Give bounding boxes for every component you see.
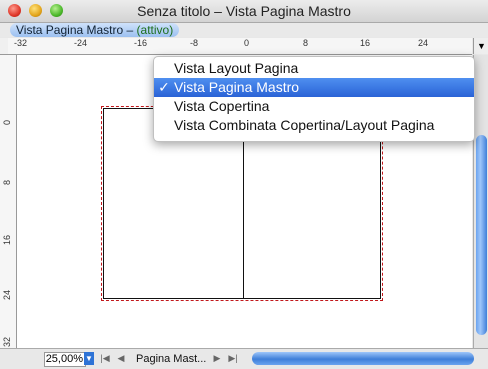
vertical-scroll-thumb[interactable] [476,135,487,335]
menu-item-label: Vista Layout Pagina [174,60,299,76]
ruler-tick: 16 [2,234,12,245]
window-title: Senza titolo – Vista Pagina Mastro [137,3,351,19]
ruler-tick: 24 [2,289,12,300]
horizontal-ruler[interactable]: -32 -24 -16 -8 0 8 16 24 [8,38,472,55]
view-menu-button[interactable]: ▼ [473,38,488,54]
ruler-tick: 0 [2,119,12,125]
previous-page-icon[interactable]: ◀ [116,352,126,365]
tab-label: Vista Pagina Mastro – [16,23,134,37]
next-page-icon[interactable]: ▶ [212,352,222,365]
ruler-tick: -8 [190,38,199,48]
first-page-icon[interactable]: |◀ [100,352,110,365]
ruler-tick: -16 [134,38,148,48]
tab-status: (attivo) [136,23,174,37]
ruler-tick: -32 [14,38,28,48]
checkmark-icon: ✓ [158,79,170,95]
ruler-tick: -24 [74,38,88,48]
last-page-icon[interactable]: ▶| [228,352,238,365]
tab-bar: Vista Pagina Mastro – (attivo) [0,23,488,37]
ruler-tick: 16 [360,38,371,48]
ruler-tick: 24 [418,38,429,48]
menu-item-master-view[interactable]: ✓ Vista Pagina Mastro [154,78,474,97]
menu-item-layout-view[interactable]: Vista Layout Pagina [154,59,474,78]
app-window: Senza titolo – Vista Pagina Mastro Vista… [0,0,488,369]
vertical-ruler[interactable]: 0 8 16 24 32 [0,55,17,348]
horizontal-scroll-thumb[interactable] [252,352,474,365]
zoom-field[interactable]: 25,00% [44,352,86,367]
ruler-tick: 0 [244,38,250,48]
zoom-dropdown-icon[interactable]: ▼ [84,352,94,365]
page-indicator[interactable]: Pagina Mast... [136,353,206,365]
status-bar: 25,00% ▼ |◀ ◀ Pagina Mast... ▶ ▶| [0,348,488,369]
ruler-tick: 8 [2,179,12,185]
menu-item-label: Vista Combinata Copertina/Layout Pagina [174,117,435,133]
ruler-tick: 32 [2,336,12,347]
menu-item-cover-view[interactable]: Vista Copertina [154,97,474,116]
menu-item-label: Vista Copertina [174,98,270,114]
vertical-scrollbar[interactable] [473,55,488,348]
title-bar: Senza titolo – Vista Pagina Mastro [0,0,488,23]
ruler-tick: 8 [303,38,309,48]
menu-item-combined-view[interactable]: Vista Combinata Copertina/Layout Pagina [154,116,474,135]
view-popup-menu: Vista Layout Pagina ✓ Vista Pagina Mastr… [153,56,475,142]
tab-master-view[interactable]: Vista Pagina Mastro – (attivo) [10,23,180,37]
menu-item-label: Vista Pagina Mastro [174,79,300,95]
